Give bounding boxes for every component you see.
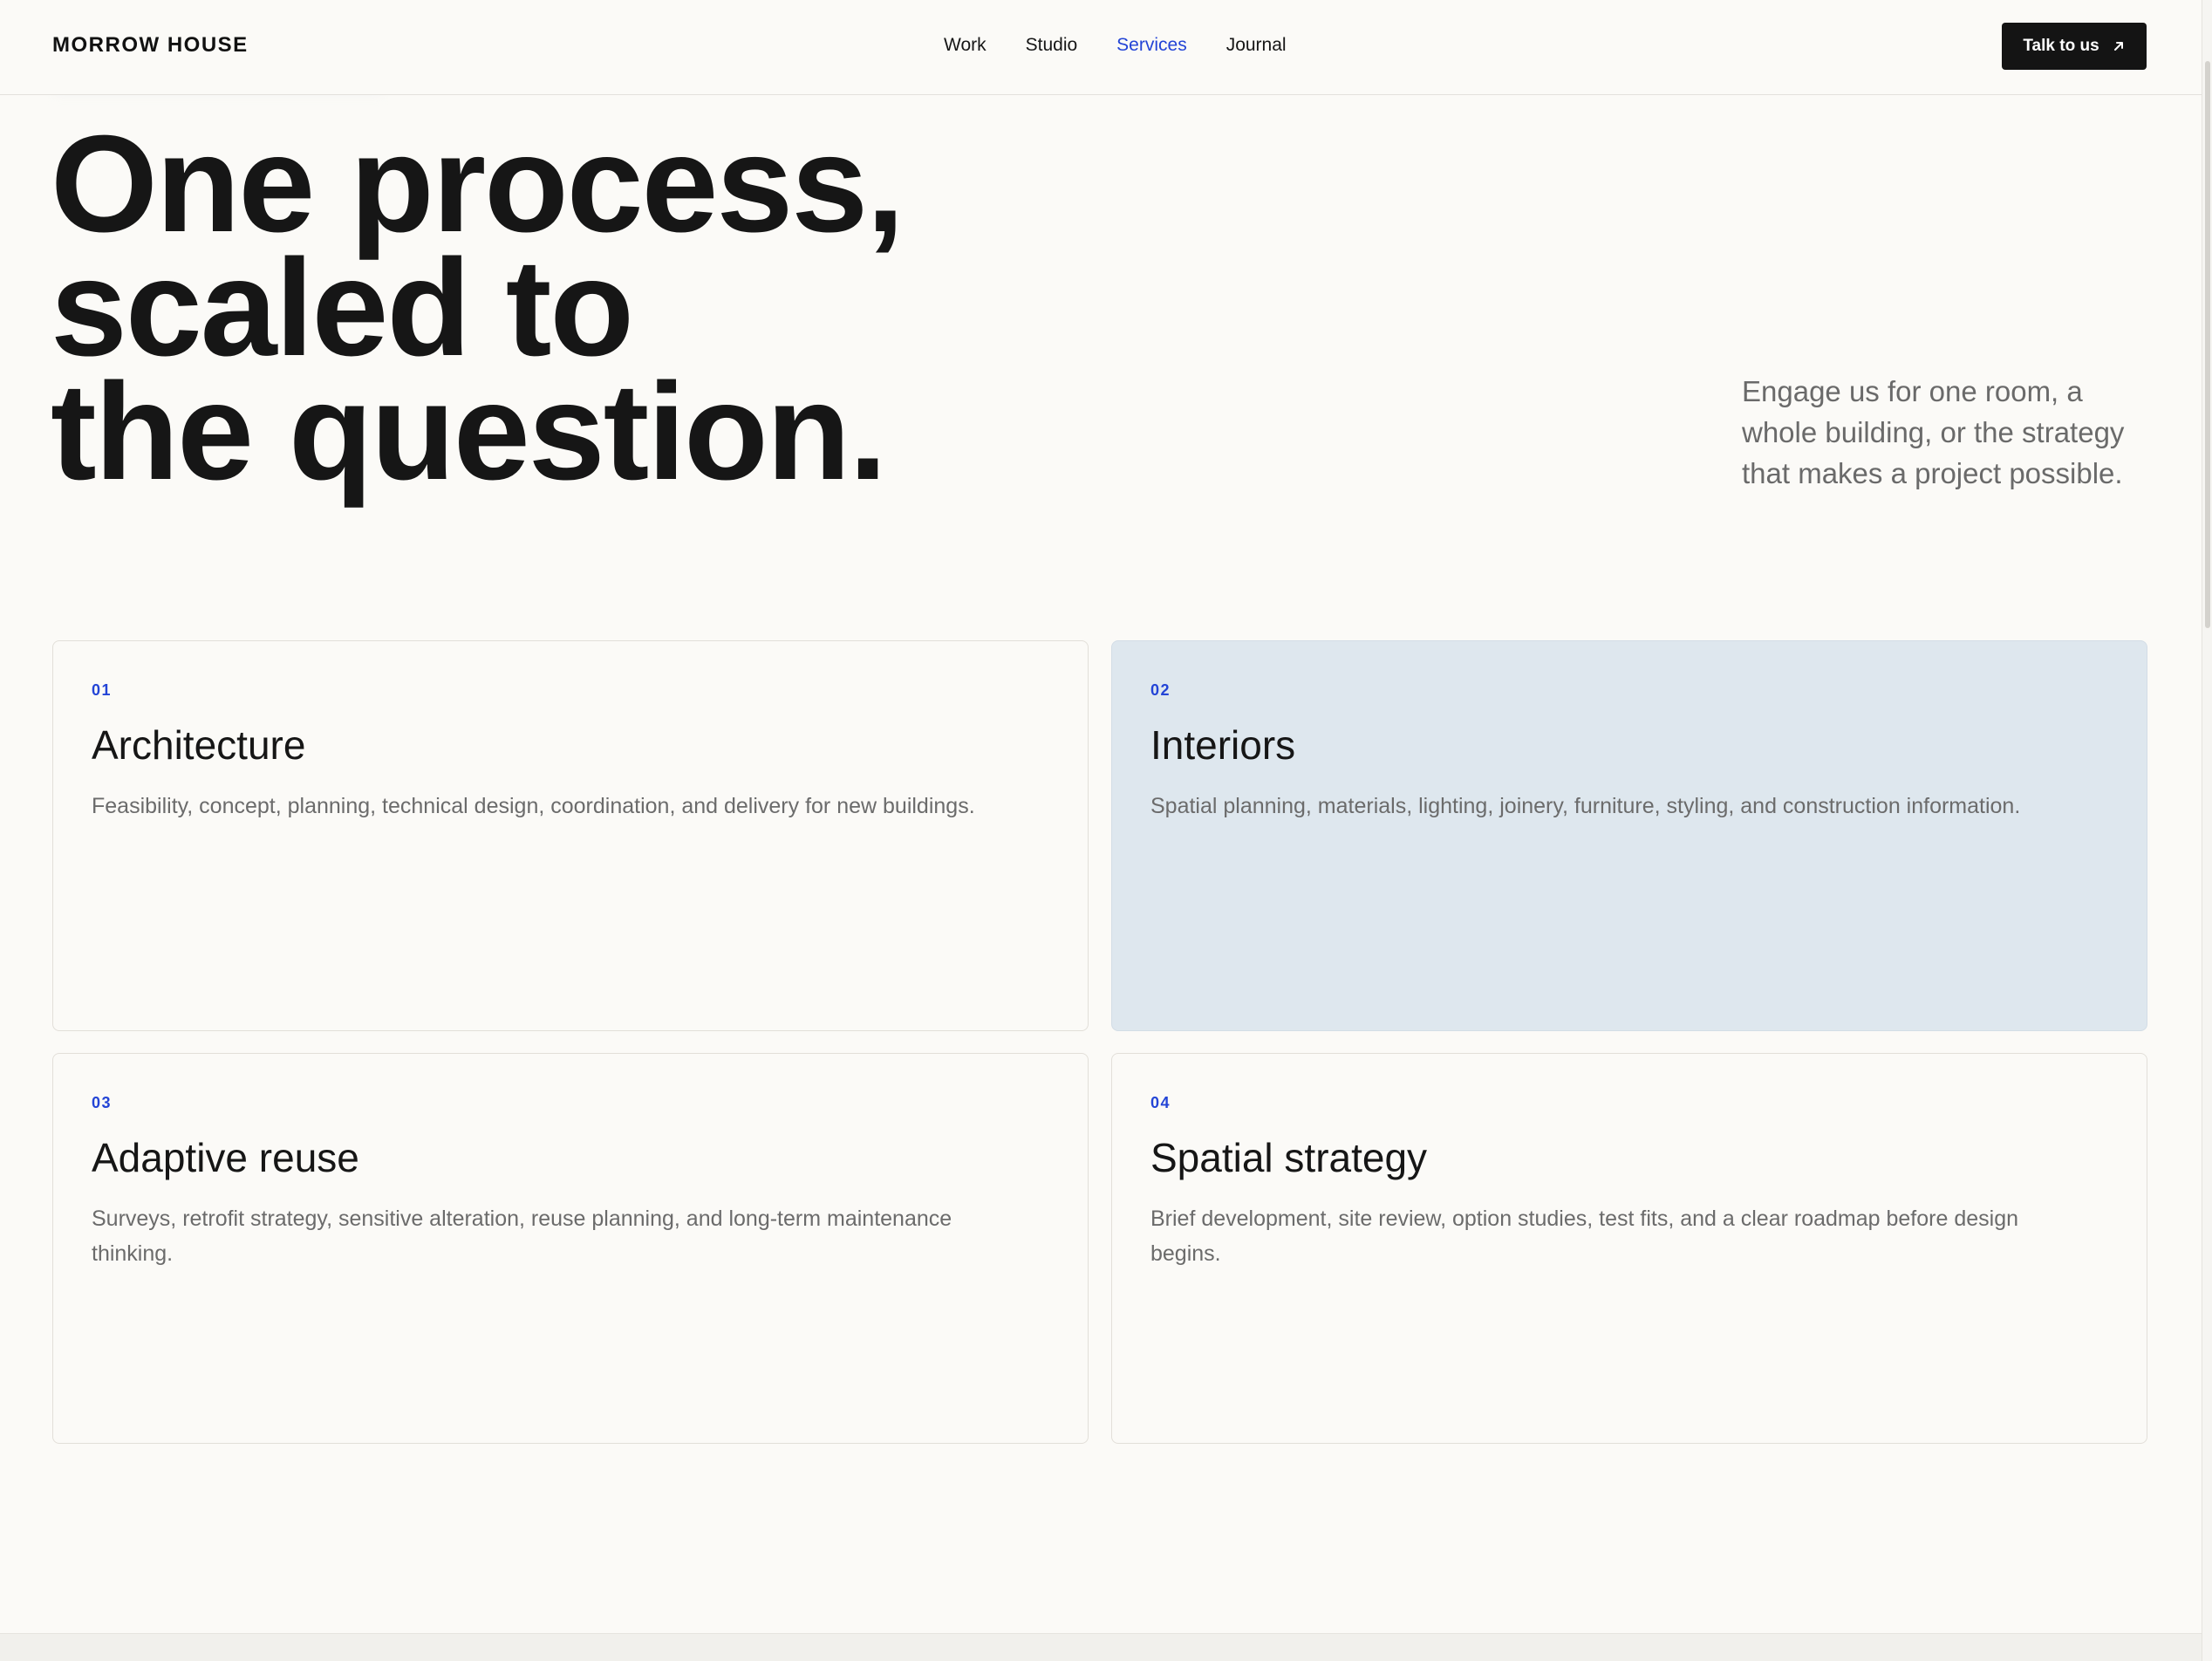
- hero-title-line: One process,: [51, 107, 905, 261]
- hero-intro: Engage us for one room, a whole building…: [1742, 375, 2125, 489]
- hero-title-line: the question.: [51, 355, 887, 509]
- services-page: MORROW HOUSE Work Studio Services Journa…: [0, 0, 2212, 1661]
- nav-item-studio[interactable]: Studio: [1026, 35, 1078, 56]
- service-title: Adaptive reuse: [92, 1135, 359, 1180]
- service-title: Architecture: [92, 722, 306, 768]
- arrow-up-right-icon: [2112, 39, 2126, 53]
- talk-to-us-label: Talk to us: [2023, 37, 2099, 55]
- nav-item-work[interactable]: Work: [944, 35, 987, 56]
- hero-title-line: scaled to: [51, 231, 634, 385]
- service-description: Surveys, retrofit strategy, sensitive al…: [92, 1206, 952, 1266]
- main-nav: Work Studio Services Journal: [944, 35, 1287, 56]
- page-scrollbar[interactable]: [2202, 0, 2212, 1661]
- service-card-spatial-strategy[interactable]: 04 Spatial strategy Brief development, s…: [1111, 1053, 2147, 1444]
- service-number: 04: [1150, 1094, 1171, 1111]
- service-number: 03: [92, 1094, 113, 1111]
- service-number: 02: [1150, 681, 1171, 699]
- footer-band: [0, 1633, 2202, 1661]
- brand-logo[interactable]: MORROW HOUSE: [52, 33, 249, 58]
- service-card-architecture[interactable]: 01 Architecture Feasibility, concept, pl…: [52, 640, 1089, 1031]
- service-title: Interiors: [1150, 722, 1296, 768]
- nav-item-journal[interactable]: Journal: [1226, 35, 1287, 56]
- service-card-adaptive-reuse[interactable]: 03 Adaptive reuse Surveys, retrofit stra…: [52, 1053, 1089, 1444]
- service-title: Spatial strategy: [1150, 1135, 1428, 1180]
- talk-to-us-button[interactable]: Talk to us: [2002, 23, 2147, 70]
- service-description: Spatial planning, materials, lighting, j…: [1150, 794, 2021, 818]
- site-header: MORROW HOUSE Work Studio Services Journa…: [0, 0, 2202, 95]
- service-card-interiors[interactable]: 02 Interiors Spatial planning, materials…: [1111, 640, 2147, 1031]
- service-number: 01: [92, 681, 113, 699]
- nav-item-services[interactable]: Services: [1116, 35, 1187, 56]
- hero-title: One process, scaled to the question.: [51, 107, 905, 509]
- scrollbar-thumb[interactable]: [2205, 61, 2210, 628]
- service-description: Feasibility, concept, planning, technica…: [92, 794, 975, 818]
- service-description: Brief development, site review, option s…: [1150, 1206, 2018, 1266]
